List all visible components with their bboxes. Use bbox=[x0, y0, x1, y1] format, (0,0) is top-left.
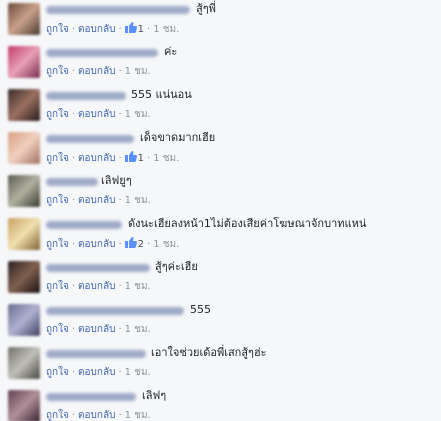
commenter-name-blurred[interactable] bbox=[46, 350, 146, 358]
reply-button[interactable]: ตอบกลับ bbox=[78, 410, 115, 421]
avatar[interactable] bbox=[8, 261, 40, 293]
comment: 555 ถูกใจ · ตอบกลับ · 1 ชม. bbox=[0, 301, 441, 344]
like-button[interactable]: ถูกใจ bbox=[46, 153, 69, 164]
comment-actions: ถูกใจ · ตอบกลับ · 2 · 1 ชม. bbox=[46, 237, 180, 250]
comment-text: เลิฟยูๆ bbox=[101, 174, 132, 187]
reply-button[interactable]: ตอบกลับ bbox=[78, 367, 115, 378]
commenter-name-blurred[interactable] bbox=[46, 393, 136, 401]
timestamp[interactable]: 1 ชม. bbox=[153, 153, 179, 164]
comment-text: เด็จขาดมากเฮีย bbox=[140, 131, 216, 144]
timestamp[interactable]: 1 ชม. bbox=[125, 66, 151, 77]
commenter-name-blurred[interactable] bbox=[46, 264, 150, 272]
like-button[interactable]: ถูกใจ bbox=[46, 410, 69, 421]
like-count[interactable]: 2 bbox=[124, 237, 144, 250]
comment-actions: ถูกใจ · ตอบกลับ · 1 ชม. bbox=[46, 109, 151, 120]
avatar[interactable] bbox=[8, 89, 40, 121]
comment-text: ดังนะเฮียลงหน้า1ไม่ต้องเสียค่าโฆษณาจักบา… bbox=[128, 217, 367, 230]
reply-button[interactable]: ตอบกลับ bbox=[78, 281, 115, 292]
comment: 555 แน่นอน ถูกใจ · ตอบกลับ · 1 ชม. bbox=[0, 86, 441, 129]
comment-text: เอาใจช่วยเด้อพี่เสกสู้ๆฮ่ะ bbox=[151, 346, 267, 359]
comment-text: เลิฟๆ bbox=[142, 389, 167, 402]
avatar[interactable] bbox=[8, 3, 40, 35]
like-count[interactable]: 1 bbox=[124, 22, 144, 35]
thumbs-up-icon bbox=[124, 237, 137, 248]
avatar[interactable] bbox=[8, 304, 40, 336]
comments-list: สู้ๆพี่ ถูกใจ · ตอบกลับ · 1 · 1 ชม. ค่ะ ถูกใจ ·… bbox=[0, 0, 441, 421]
timestamp[interactable]: 1 ชม. bbox=[153, 239, 179, 250]
reply-button[interactable]: ตอบกลับ bbox=[78, 109, 115, 120]
comment-actions: ถูกใจ · ตอบกลับ · 1 ชม. bbox=[46, 324, 151, 335]
comment-actions: ถูกใจ · ตอบกลับ · 1 ชม. bbox=[46, 66, 151, 77]
like-count[interactable]: 1 bbox=[124, 151, 144, 164]
timestamp[interactable]: 1 ชม. bbox=[125, 410, 151, 421]
timestamp[interactable]: 1 ชม. bbox=[125, 281, 151, 292]
comment: เด็จขาดมากเฮีย ถูกใจ · ตอบกลับ · 1 · 1 ชม. bbox=[0, 129, 441, 172]
comment-text: 555 แน่นอน bbox=[131, 88, 192, 101]
comment-text: 555 bbox=[190, 303, 211, 316]
comment: เลิฟๆ ถูกใจ · ตอบกลับ · 1 ชม. bbox=[0, 387, 441, 421]
comment-actions: ถูกใจ · ตอบกลับ · 1 ชม. bbox=[46, 410, 151, 421]
thumbs-up-icon bbox=[124, 22, 137, 33]
comment-text: ค่ะ bbox=[164, 45, 178, 58]
like-button[interactable]: ถูกใจ bbox=[46, 281, 69, 292]
reply-button[interactable]: ตอบกลับ bbox=[78, 66, 115, 77]
avatar[interactable] bbox=[8, 46, 40, 78]
reply-button[interactable]: ตอบกลับ bbox=[78, 153, 115, 164]
timestamp[interactable]: 1 ชม. bbox=[125, 195, 151, 206]
comment-actions: ถูกใจ · ตอบกลับ · 1 ชม. bbox=[46, 195, 151, 206]
commenter-name-blurred[interactable] bbox=[46, 6, 190, 14]
comment: เอาใจช่วยเด้อพี่เสกสู้ๆฮ่ะ ถูกใจ · ตอบกลับ… bbox=[0, 344, 441, 387]
reply-button[interactable]: ตอบกลับ bbox=[78, 24, 115, 35]
comment: สู้ๆพี่ ถูกใจ · ตอบกลับ · 1 · 1 ชม. bbox=[0, 0, 441, 43]
comment: ค่ะ ถูกใจ · ตอบกลับ · 1 ชม. bbox=[0, 43, 441, 86]
comment-actions: ถูกใจ · ตอบกลับ · 1 · 1 ชม. bbox=[46, 22, 180, 35]
like-button[interactable]: ถูกใจ bbox=[46, 324, 69, 335]
timestamp[interactable]: 1 ชม. bbox=[125, 324, 151, 335]
like-button[interactable]: ถูกใจ bbox=[46, 195, 69, 206]
like-button[interactable]: ถูกใจ bbox=[46, 109, 69, 120]
reply-button[interactable]: ตอบกลับ bbox=[78, 324, 115, 335]
commenter-name-blurred[interactable] bbox=[46, 221, 122, 229]
commenter-name-blurred[interactable] bbox=[46, 49, 158, 57]
reply-button[interactable]: ตอบกลับ bbox=[78, 239, 115, 250]
avatar[interactable] bbox=[8, 390, 40, 421]
timestamp[interactable]: 1 ชม. bbox=[125, 367, 151, 378]
comment: สู้ๆค่ะเฮีย ถูกใจ · ตอบกลับ · 1 ชม. bbox=[0, 258, 441, 301]
commenter-name-blurred[interactable] bbox=[46, 92, 126, 100]
comment: ดังนะเฮียลงหน้า1ไม่ต้องเสียค่าโฆษณาจักบา… bbox=[0, 215, 441, 258]
comment-text: สู้ๆพี่ bbox=[196, 2, 216, 15]
like-button[interactable]: ถูกใจ bbox=[46, 66, 69, 77]
timestamp[interactable]: 1 ชม. bbox=[153, 24, 179, 35]
timestamp[interactable]: 1 ชม. bbox=[125, 109, 151, 120]
comment: เลิฟยูๆ ถูกใจ · ตอบกลับ · 1 ชม. bbox=[0, 172, 441, 215]
commenter-name-blurred[interactable] bbox=[46, 135, 134, 143]
avatar[interactable] bbox=[8, 218, 40, 250]
avatar[interactable] bbox=[8, 132, 40, 164]
thumbs-up-icon bbox=[124, 151, 137, 162]
like-button[interactable]: ถูกใจ bbox=[46, 367, 69, 378]
reply-button[interactable]: ตอบกลับ bbox=[78, 195, 115, 206]
commenter-name-blurred[interactable] bbox=[46, 307, 184, 315]
comment-actions: ถูกใจ · ตอบกลับ · 1 ชม. bbox=[46, 281, 151, 292]
avatar[interactable] bbox=[8, 175, 40, 207]
comment-actions: ถูกใจ · ตอบกลับ · 1 · 1 ชม. bbox=[46, 151, 180, 164]
avatar[interactable] bbox=[8, 347, 40, 379]
comment-text: สู้ๆค่ะเฮีย bbox=[155, 260, 198, 273]
comment-actions: ถูกใจ · ตอบกลับ · 1 ชม. bbox=[46, 367, 151, 378]
like-button[interactable]: ถูกใจ bbox=[46, 239, 69, 250]
like-button[interactable]: ถูกใจ bbox=[46, 24, 69, 35]
commenter-name-blurred[interactable] bbox=[46, 178, 98, 186]
